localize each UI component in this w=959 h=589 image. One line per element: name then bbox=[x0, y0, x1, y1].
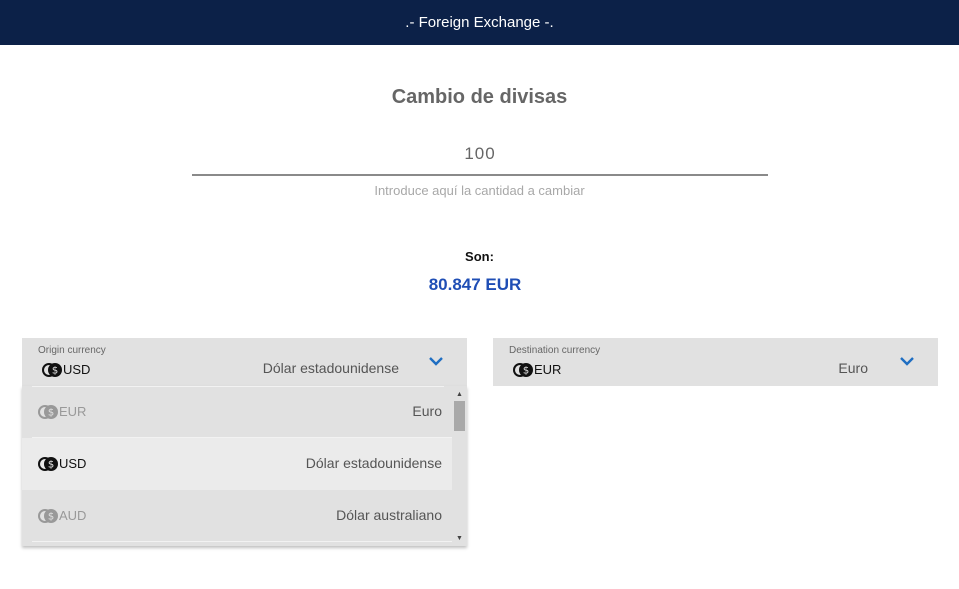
destination-currency-select[interactable]: Destination currency $ EUR Euro bbox=[493, 338, 938, 386]
option-code: $ AUD bbox=[38, 508, 86, 523]
svg-text:$: $ bbox=[48, 407, 54, 418]
svg-text:$: $ bbox=[523, 365, 529, 376]
option-code-text: EUR bbox=[59, 404, 87, 419]
svg-text:$: $ bbox=[48, 459, 54, 470]
option-code-text: AUD bbox=[59, 508, 87, 523]
coins-icon: $ bbox=[38, 508, 59, 523]
origin-currency-list: $ EUR Euro $ USD Dólar estadounidense $ … bbox=[22, 386, 467, 546]
origin-currency-name: Dólar estadounidense bbox=[262, 360, 399, 376]
amount-input[interactable] bbox=[192, 134, 768, 176]
destination-currency-code: $ EUR bbox=[513, 362, 561, 377]
app-header: .- Foreign Exchange -. bbox=[0, 0, 959, 45]
svg-text:$: $ bbox=[52, 365, 58, 376]
coins-icon: $ bbox=[513, 362, 534, 377]
destination-currency-code-text: EUR bbox=[534, 362, 562, 377]
scroll-up-arrow-icon[interactable]: ▲ bbox=[452, 388, 467, 400]
origin-currency-caption: Origin currency bbox=[38, 345, 106, 356]
currency-option-aud[interactable]: $ AUD Dólar australiano bbox=[22, 490, 452, 542]
option-name: Dólar estadounidense bbox=[305, 455, 442, 471]
destination-currency-name: Euro bbox=[838, 360, 868, 376]
result-value: 80.847 EUR bbox=[428, 275, 522, 294]
origin-currency-code: $ USD bbox=[42, 362, 90, 377]
option-name: Euro bbox=[412, 403, 442, 419]
scrollbar-thumb[interactable] bbox=[454, 401, 465, 431]
option-code-text: USD bbox=[59, 456, 87, 471]
destination-currency-caption: Destination currency bbox=[509, 345, 601, 356]
scroll-down-arrow-icon[interactable]: ▼ bbox=[452, 532, 467, 544]
coins-icon: $ bbox=[38, 404, 59, 419]
list-divider bbox=[32, 541, 452, 542]
currency-option-eur[interactable]: $ EUR Euro bbox=[22, 386, 452, 438]
svg-text:$: $ bbox=[48, 511, 54, 522]
option-code: $ EUR bbox=[38, 404, 86, 419]
page-title: Cambio de divisas bbox=[391, 86, 568, 108]
chevron-down-icon[interactable] bbox=[898, 354, 916, 368]
list-scrollbar[interactable]: ▲ ▼ bbox=[452, 386, 467, 546]
chevron-down-icon[interactable] bbox=[427, 354, 445, 368]
currency-option-usd[interactable]: $ USD Dólar estadounidense bbox=[22, 438, 452, 490]
amount-helper-text: Introduce aquí la cantidad a cambiar bbox=[374, 183, 585, 198]
coins-icon: $ bbox=[42, 362, 63, 377]
coins-icon: $ bbox=[38, 456, 59, 471]
origin-currency-select[interactable]: Origin currency $ USD Dólar estadouniden… bbox=[22, 338, 467, 386]
app-title: .- Foreign Exchange -. bbox=[405, 14, 554, 31]
result-label: Son: bbox=[465, 249, 494, 264]
option-code: $ USD bbox=[38, 456, 86, 471]
origin-currency-code-text: USD bbox=[63, 362, 91, 377]
option-name: Dólar australiano bbox=[336, 507, 442, 523]
